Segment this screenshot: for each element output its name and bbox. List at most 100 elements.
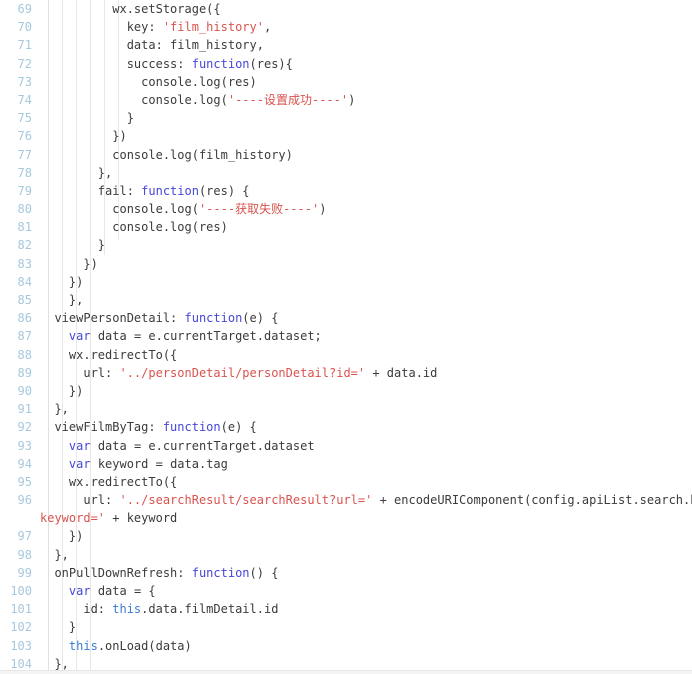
code-line[interactable]: 87 var data = e.currentTarget.dataset; [0, 327, 692, 345]
code-line[interactable]: 80 console.log('----获取失败----') [0, 200, 692, 218]
line-text[interactable]: }) [40, 127, 126, 145]
token-this: this [112, 602, 142, 617]
line-text[interactable]: }) [40, 382, 83, 400]
line-text[interactable]: }, [40, 400, 68, 418]
token-plain: onPullDownRefresh: [40, 565, 192, 580]
token-plain: + data.id [365, 365, 438, 380]
code-content[interactable]: 69 wx.setStorage({70 key: 'film_history'… [0, 0, 692, 674]
line-text[interactable]: console.log(res) [40, 218, 228, 236]
code-line[interactable]: 73 console.log(res) [0, 73, 692, 91]
code-line[interactable]: 94 var keyword = data.tag [0, 455, 692, 473]
code-line[interactable]: 81 console.log(res) [0, 218, 692, 236]
line-text[interactable]: }) [40, 255, 97, 273]
line-text[interactable]: url: '../searchResult/searchResult?url='… [40, 491, 692, 509]
line-text[interactable]: wx.redirectTo({ [40, 346, 177, 364]
line-text[interactable]: keyword=' + keyword [40, 509, 177, 527]
code-line[interactable]: 90 }) [0, 382, 692, 400]
line-number: 77 [17, 147, 32, 162]
line-text[interactable]: this.onLoad(data) [40, 637, 192, 655]
code-line[interactable]: 102 } [0, 618, 692, 636]
line-text[interactable]: }, [40, 164, 112, 182]
code-line[interactable]: 95 wx.redirectTo({ [0, 473, 692, 491]
token-plain: ) [319, 202, 327, 217]
token-plain: viewFilmByTag: [40, 420, 163, 435]
code-line[interactable]: 74 console.log('----设置成功----') [0, 91, 692, 109]
code-line[interactable]: 83 }) [0, 255, 692, 273]
token-plain: }, [40, 165, 113, 180]
line-text[interactable]: }) [40, 273, 83, 291]
code-editor[interactable]: 69 wx.setStorage({70 key: 'film_history'… [0, 0, 692, 674]
line-text[interactable]: wx.setStorage({ [40, 0, 221, 18]
code-line[interactable]: 71 data: film_history, [0, 36, 692, 54]
code-line[interactable]: 98 }, [0, 546, 692, 564]
code-line[interactable]: 78 }, [0, 164, 692, 182]
code-line[interactable]: 69 wx.setStorage({ [0, 0, 692, 18]
line-text[interactable]: }) [40, 527, 83, 545]
code-line[interactable]: 88 wx.redirectTo({ [0, 346, 692, 364]
line-text[interactable]: var data = e.currentTarget.dataset [40, 437, 315, 455]
line-number: 101 [10, 602, 32, 617]
token-kw: var [68, 456, 91, 471]
token-plain: url: [40, 365, 120, 380]
line-text[interactable]: success: function(res){ [40, 55, 293, 73]
code-line[interactable]: 79 fail: function(res) { [0, 182, 692, 200]
line-text[interactable]: viewPersonDetail: function(e) { [40, 309, 278, 327]
code-line[interactable]: 86 viewPersonDetail: function(e) { [0, 309, 692, 327]
token-plain: }) [40, 383, 84, 398]
line-text[interactable]: id: this.data.filmDetail.id [40, 600, 278, 618]
code-line[interactable]: 72 success: function(res){ [0, 55, 692, 73]
line-text[interactable]: } [40, 618, 76, 636]
token-plain: (e) { [242, 311, 279, 326]
code-line[interactable]: 82 } [0, 236, 692, 254]
code-line[interactable]: 97 }) [0, 527, 692, 545]
line-number: 102 [10, 620, 32, 635]
horizontal-scrollbar[interactable] [0, 670, 692, 674]
line-text[interactable]: console.log('----设置成功----') [40, 91, 355, 109]
line-text[interactable]: console.log(film_history) [40, 146, 293, 164]
code-line-wrapped[interactable]: keyword=' + keyword [0, 509, 692, 527]
line-number: 81 [17, 220, 32, 235]
token-plain: + encodeURIComponent(config.apiList.sear… [379, 493, 692, 508]
line-text[interactable]: var data = e.currentTarget.dataset; [40, 327, 322, 345]
token-plain: wx.setStorage({ [40, 2, 221, 16]
token-plain: console.log(film_history) [40, 147, 293, 162]
token-kw: var [68, 584, 91, 598]
line-text[interactable]: }, [40, 291, 83, 309]
code-line[interactable]: 91 }, [0, 400, 692, 418]
token-plain: console.log( [40, 92, 228, 107]
code-line[interactable]: 93 var data = e.currentTarget.dataset [0, 437, 692, 455]
line-text[interactable]: data: film_history, [40, 36, 264, 54]
line-text[interactable]: } [40, 236, 105, 254]
code-line[interactable]: 70 key: 'film_history', [0, 18, 692, 36]
token-plain: + keyword [105, 511, 178, 526]
token-plain: () { [249, 565, 279, 580]
code-line[interactable]: 103 this.onLoad(data) [0, 637, 692, 655]
code-line[interactable]: 92 viewFilmByTag: function(e) { [0, 418, 692, 436]
line-text[interactable]: fail: function(res) { [40, 182, 250, 200]
line-text[interactable]: } [40, 109, 134, 127]
line-text[interactable]: wx.redirectTo({ [40, 473, 177, 491]
line-text[interactable]: }, [40, 546, 68, 564]
line-number: 78 [17, 165, 32, 180]
line-text[interactable]: viewFilmByTag: function(e) { [40, 418, 256, 436]
code-line[interactable]: 75 } [0, 109, 692, 127]
code-line[interactable]: 89 url: '../personDetail/personDetail?id… [0, 364, 692, 382]
code-line[interactable]: 99 onPullDownRefresh: function() { [0, 564, 692, 582]
code-line[interactable]: 100 var data = { [0, 582, 692, 600]
line-text[interactable]: onPullDownRefresh: function() { [40, 564, 278, 582]
line-text[interactable]: var keyword = data.tag [40, 455, 228, 473]
code-line[interactable]: 77 console.log(film_history) [0, 146, 692, 164]
line-text[interactable]: key: 'film_history', [40, 18, 272, 36]
line-text[interactable]: url: '../personDetail/personDetail?id=' … [40, 364, 437, 382]
code-line[interactable]: 96 url: '../searchResult/searchResult?ur… [0, 491, 692, 509]
code-line[interactable]: 85 }, [0, 291, 692, 309]
code-line[interactable]: 101 id: this.data.filmDetail.id [0, 600, 692, 618]
code-line[interactable]: 84 }) [0, 273, 692, 291]
line-text[interactable]: var data = { [40, 582, 156, 600]
token-plain: wx.redirectTo({ [40, 474, 178, 489]
line-text[interactable]: console.log(res) [40, 73, 257, 91]
code-line[interactable]: 76 }) [0, 127, 692, 145]
token-this: this [68, 638, 98, 653]
line-text[interactable]: console.log('----获取失败----') [40, 200, 326, 218]
